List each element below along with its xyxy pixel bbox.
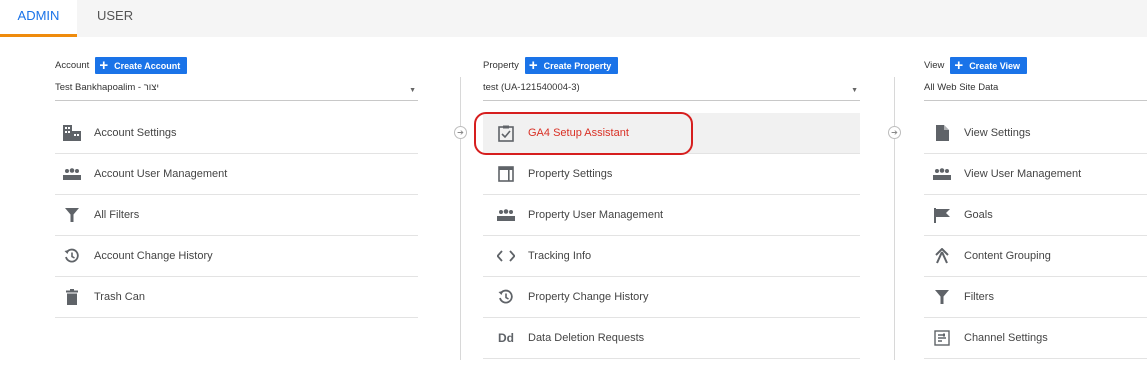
plus-icon: +: [99, 56, 109, 74]
trash-can-label: Trash Can: [94, 291, 145, 303]
view-settings-item[interactable]: View Settings: [924, 113, 1147, 154]
property-user-management-item[interactable]: Property User Management: [483, 195, 860, 236]
create-property-button[interactable]: + Create Property: [524, 56, 619, 74]
channel-settings-item[interactable]: Channel Settings: [924, 318, 1147, 359]
property-header: Property + Create Property: [483, 56, 619, 74]
property-change-history-label: Property Change History: [528, 291, 649, 303]
filter-icon: [63, 206, 81, 224]
view-menu: View Settings View User Management Goals…: [924, 113, 1147, 359]
account-change-history-item[interactable]: Account Change History: [55, 236, 418, 277]
view-settings-label: View Settings: [964, 127, 1031, 139]
account-menu: Account Settings Account User Management…: [55, 113, 418, 318]
property-column: Property + Create Property test (UA-1215…: [473, 37, 866, 376]
people-icon: [933, 165, 951, 183]
code-icon: [497, 247, 515, 265]
account-column: Account + Create Account Test Bankhapoal…: [45, 37, 440, 376]
plus-icon: +: [954, 56, 964, 74]
tracking-info-item[interactable]: Tracking Info: [483, 236, 860, 277]
view-selected: All Web Site Data: [924, 82, 999, 93]
goals-item[interactable]: Goals: [924, 195, 1147, 236]
admin-tabbar: ADMIN USER: [0, 0, 1147, 37]
people-icon: [497, 206, 515, 224]
all-filters-item[interactable]: All Filters: [55, 195, 418, 236]
caret-down-icon: ▼: [851, 87, 858, 94]
arrow-right-icon: ➔: [454, 126, 467, 139]
account-selected: Test Bankhapoalim - יצור: [55, 82, 159, 93]
document-icon: [933, 124, 951, 142]
create-account-button[interactable]: + Create Account: [95, 56, 188, 74]
tab-admin[interactable]: ADMIN: [0, 0, 77, 37]
caret-down-icon: ▼: [409, 87, 416, 94]
dd-icon: Dd: [498, 331, 514, 345]
account-settings-item[interactable]: Account Settings: [55, 113, 418, 154]
property-selected: test (UA-121540004-3): [483, 82, 580, 93]
filters-label: Filters: [964, 291, 994, 303]
view-column: View + Create View All Web Site Data Vie…: [914, 37, 1147, 376]
all-filters-label: All Filters: [94, 209, 140, 221]
view-user-management-label: View User Management: [964, 168, 1082, 180]
account-header: Account + Create Account: [55, 56, 188, 74]
goals-label: Goals: [964, 209, 993, 221]
view-user-management-item[interactable]: View User Management: [924, 154, 1147, 195]
column-divider: [894, 77, 895, 360]
building-icon: [63, 124, 81, 142]
create-view-label: Create View: [969, 60, 1021, 71]
property-change-history-item[interactable]: Property Change History: [483, 277, 860, 318]
person-walk-icon: [933, 247, 951, 265]
arrow-right-icon: ➔: [888, 126, 901, 139]
content-grouping-label: Content Grouping: [964, 250, 1051, 262]
people-icon: [63, 165, 81, 183]
create-view-button[interactable]: + Create View: [950, 56, 1028, 74]
create-account-label: Create Account: [114, 60, 181, 71]
property-label: Property: [483, 60, 519, 71]
property-settings-item[interactable]: Property Settings: [483, 154, 860, 195]
plus-icon: +: [528, 56, 538, 74]
property-settings-label: Property Settings: [528, 168, 613, 180]
account-user-management-item[interactable]: Account User Management: [55, 154, 418, 195]
account-label: Account: [55, 60, 90, 71]
account-user-management-label: Account User Management: [94, 168, 228, 180]
filters-item[interactable]: Filters: [924, 277, 1147, 318]
trash-icon: [63, 288, 81, 306]
account-settings-label: Account Settings: [94, 127, 177, 139]
history-icon: [497, 288, 515, 306]
account-selector[interactable]: Test Bankhapoalim - יצור ▼: [55, 82, 418, 101]
data-deletion-requests-label: Data Deletion Requests: [528, 332, 645, 344]
data-deletion-requests-item[interactable]: Dd Data Deletion Requests: [483, 318, 860, 359]
property-selector[interactable]: test (UA-121540004-3) ▼: [483, 82, 860, 101]
column-divider: [460, 77, 461, 360]
tracking-info-label: Tracking Info: [528, 250, 592, 262]
view-selector[interactable]: All Web Site Data: [924, 82, 1147, 101]
window-icon: [497, 165, 515, 183]
filter-icon: [933, 288, 951, 306]
tab-user[interactable]: USER: [97, 0, 133, 37]
channel-settings-label: Channel Settings: [964, 332, 1048, 344]
history-icon: [63, 247, 81, 265]
account-change-history-label: Account Change History: [94, 250, 213, 262]
channel-icon: [933, 329, 951, 347]
view-label: View: [924, 60, 945, 71]
property-user-management-label: Property User Management: [528, 209, 664, 221]
trash-can-item[interactable]: Trash Can: [55, 277, 418, 318]
highlight-annotation: [474, 112, 693, 155]
flag-icon: [933, 206, 951, 224]
view-header: View + Create View: [924, 56, 1028, 74]
create-property-label: Create Property: [543, 60, 612, 71]
content-grouping-item[interactable]: Content Grouping: [924, 236, 1147, 277]
